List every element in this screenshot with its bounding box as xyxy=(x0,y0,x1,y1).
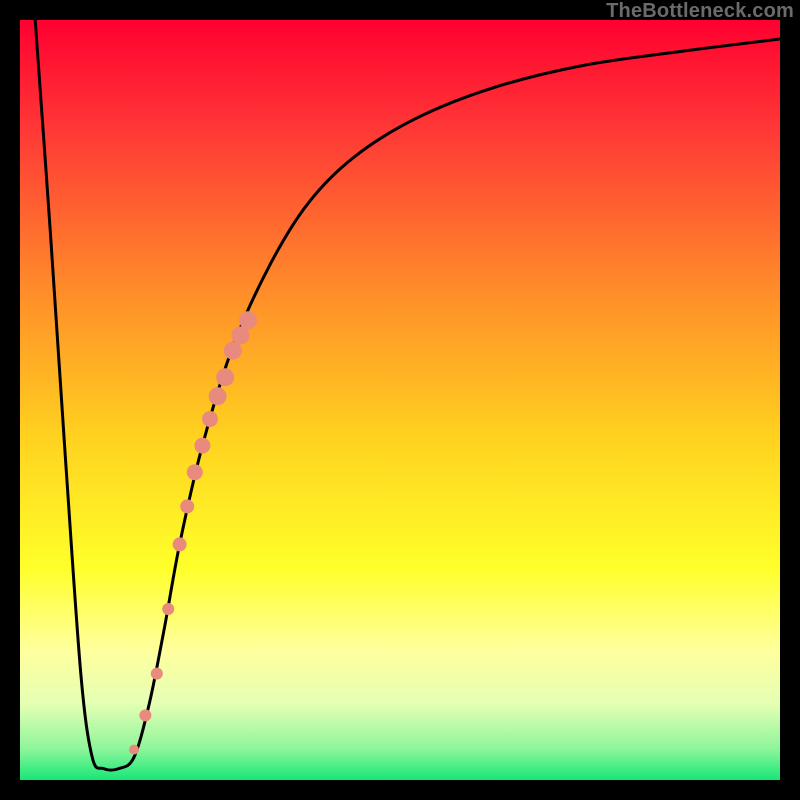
highlight-dot xyxy=(187,464,203,480)
highlight-dot xyxy=(202,411,218,427)
highlight-dot xyxy=(239,311,257,329)
highlight-dot xyxy=(180,499,194,513)
highlight-dot xyxy=(162,603,174,615)
highlight-dots xyxy=(129,311,257,754)
highlight-dot xyxy=(209,387,227,405)
plot-area xyxy=(20,20,780,780)
highlight-dot xyxy=(216,368,234,386)
highlight-dot xyxy=(139,709,151,721)
bottleneck-curve xyxy=(35,20,780,770)
chart-frame: TheBottleneck.com xyxy=(0,0,800,800)
watermark-text: TheBottleneck.com xyxy=(606,0,794,23)
chart-svg xyxy=(20,20,780,780)
highlight-dot xyxy=(194,438,210,454)
highlight-dot xyxy=(173,537,187,551)
highlight-dot xyxy=(151,668,163,680)
highlight-dot xyxy=(129,745,139,755)
